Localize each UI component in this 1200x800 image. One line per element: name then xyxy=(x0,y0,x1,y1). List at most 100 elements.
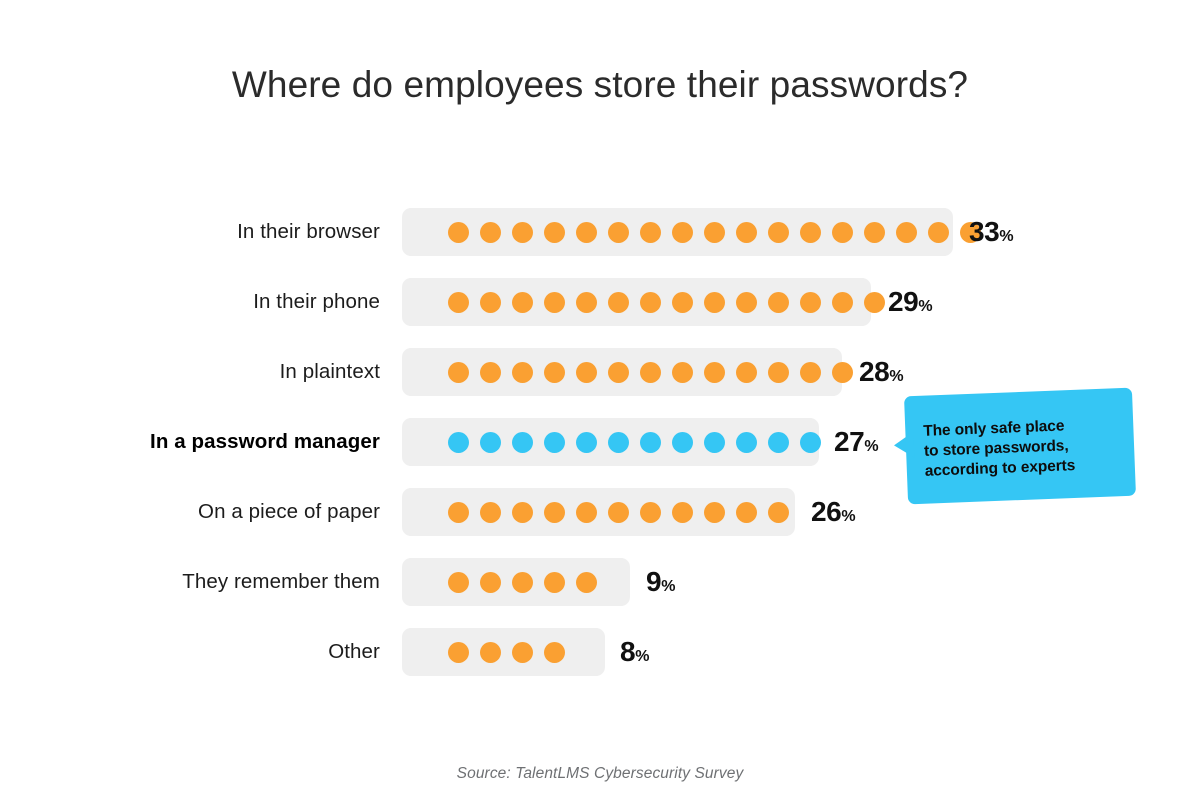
bar-value-percent-symbol: % xyxy=(999,228,1014,245)
bar-dot-icon xyxy=(928,221,949,243)
bar-dot-icon xyxy=(512,431,533,453)
bar-row-label: In plaintext xyxy=(279,360,380,383)
bar-dot-icon xyxy=(512,571,533,593)
bar-value-number: 8 xyxy=(620,636,636,667)
bar-dot-icon xyxy=(768,221,789,243)
bar-dot-icon xyxy=(608,221,629,243)
bar-dot-icon xyxy=(640,291,661,313)
bar-track xyxy=(402,208,981,256)
bar-dot-icon xyxy=(768,291,789,313)
page-title: Where do employees store their passwords… xyxy=(231,64,969,105)
bar-dot-icon xyxy=(640,361,661,383)
bar-dot-icon xyxy=(672,501,693,523)
bar-dot-icon xyxy=(512,361,533,383)
bar-value-label: 8% xyxy=(620,628,649,676)
bar-value-number: 26 xyxy=(811,496,842,527)
bar-track xyxy=(402,488,795,536)
bar-dot-icon xyxy=(448,571,469,593)
infographic-canvas: Where do employees store their passwords… xyxy=(0,0,1200,800)
bar-row-label: Other xyxy=(328,640,380,663)
bar-row: They remember them 9% xyxy=(0,558,1200,606)
bar-dot-icon xyxy=(800,431,821,453)
bar-row: In plaintext 28% xyxy=(0,348,1200,396)
bar-dot-icon xyxy=(480,291,501,313)
bar-dot-icon xyxy=(640,431,661,453)
bar-row: In their browser 33% xyxy=(0,208,1200,256)
bar-dot-icon xyxy=(544,571,565,593)
bar-dot-icon xyxy=(480,361,501,383)
bar-dot-icon xyxy=(544,431,565,453)
bar-row-label: They remember them xyxy=(182,570,380,593)
bar-value-number: 9 xyxy=(646,566,662,597)
bar-dot-icon xyxy=(448,501,469,523)
bar-value-percent-symbol: % xyxy=(889,368,904,385)
bar-dot-icon xyxy=(448,431,469,453)
bar-dot-icon xyxy=(832,361,853,383)
bar-dot-icon xyxy=(480,221,501,243)
bar-dot-icon xyxy=(480,501,501,523)
bar-track xyxy=(402,278,885,326)
bar-dot-group xyxy=(402,278,896,326)
bar-dot-icon xyxy=(544,221,565,243)
bar-dot-icon xyxy=(800,291,821,313)
bar-dot-icon xyxy=(832,291,853,313)
bar-value-number: 27 xyxy=(834,426,865,457)
bar-dot-icon xyxy=(480,431,501,453)
bar-dot-icon xyxy=(576,291,597,313)
bar-dot-group xyxy=(402,418,832,466)
bar-value-percent-symbol: % xyxy=(661,578,676,595)
bar-value-label: 29% xyxy=(888,278,933,326)
callout-bubble: The only safe place to store passwords, … xyxy=(893,387,1136,505)
bar-value-percent-symbol: % xyxy=(918,298,933,315)
bar-dot-icon xyxy=(864,291,885,313)
bar-dot-icon xyxy=(576,571,597,593)
bar-dot-icon xyxy=(512,501,533,523)
bar-dot-icon xyxy=(480,571,501,593)
bar-dot-icon xyxy=(448,641,469,663)
bar-track xyxy=(402,628,605,676)
bar-row-label: In their browser xyxy=(237,220,380,243)
bar-value-number: 29 xyxy=(888,286,919,317)
bar-value-label: 26% xyxy=(811,488,856,536)
bar-dot-icon xyxy=(576,361,597,383)
bar-dot-icon xyxy=(704,221,725,243)
bar-dot-group xyxy=(402,348,864,396)
bar-row-label: In a password manager xyxy=(150,430,380,453)
bar-dot-icon xyxy=(704,361,725,383)
bar-dot-icon xyxy=(512,291,533,313)
bar-value-label: 33% xyxy=(969,208,1014,256)
callout-bubble-text: The only safe place to store passwords, … xyxy=(923,414,1125,482)
bar-dot-group xyxy=(402,208,992,256)
bar-row: Other 8% xyxy=(0,628,1200,676)
bar-track xyxy=(402,558,630,606)
bar-dot-icon xyxy=(768,501,789,523)
bar-row-label: On a piece of paper xyxy=(198,500,380,523)
bar-dot-icon xyxy=(448,361,469,383)
bar-dot-icon xyxy=(704,501,725,523)
bar-dot-icon xyxy=(608,291,629,313)
bar-value-percent-symbol: % xyxy=(864,438,879,455)
bar-value-label: 9% xyxy=(646,558,675,606)
bar-dot-icon xyxy=(544,501,565,523)
bar-dot-icon xyxy=(608,361,629,383)
bar-dot-icon xyxy=(704,431,725,453)
bar-dot-icon xyxy=(512,221,533,243)
bar-dot-icon xyxy=(736,431,757,453)
bar-value-percent-symbol: % xyxy=(635,648,650,665)
bar-value-percent-symbol: % xyxy=(841,508,856,525)
bar-dot-icon xyxy=(736,361,757,383)
bar-row-label: In their phone xyxy=(253,290,380,313)
bar-dot-icon xyxy=(736,221,757,243)
bar-dot-icon xyxy=(736,501,757,523)
bar-track xyxy=(402,348,853,396)
bar-dot-icon xyxy=(864,221,885,243)
bar-dot-icon xyxy=(672,291,693,313)
bar-value-number: 33 xyxy=(969,216,1000,247)
bar-value-label: 27% xyxy=(834,418,879,466)
bar-dot-icon xyxy=(672,361,693,383)
bar-row: In their phone 29% xyxy=(0,278,1200,326)
bar-dot-icon xyxy=(448,291,469,313)
bar-dot-icon xyxy=(672,221,693,243)
bar-dot-group xyxy=(402,488,800,536)
bar-dot-group xyxy=(402,558,608,606)
